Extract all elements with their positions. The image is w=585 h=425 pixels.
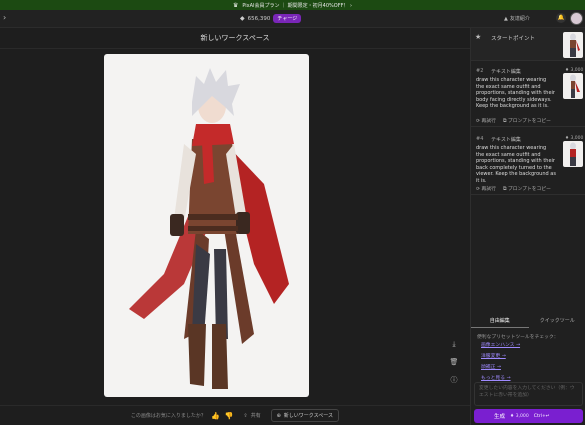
feedback-question: この画像はお気に入りましたか？ <box>130 413 206 419</box>
promo-banner[interactable]: ♛ PixAI会員プラン ｜ 期間限定・初月40%OFF！ › <box>0 0 585 10</box>
edit-prompt-input[interactable]: 変更したい内容を入力してください（例：ウエストに赤い帯を追加） <box>474 382 583 406</box>
retry-label: 再試行 <box>481 187 496 192</box>
step-actions: ⟳ 再試行 ⧉ プロンプトをコピー <box>476 185 551 192</box>
new-workspace-label: 新しいワークスペース <box>283 413 334 419</box>
character-thumbnail <box>570 142 576 166</box>
step-type: テキスト編集 <box>491 137 521 143</box>
history-step[interactable]: #4 テキスト編集 ♦ 3,000 draw this character we… <box>471 129 585 195</box>
generate-label: 生成 <box>494 414 506 420</box>
page-title: 新しいワークスペース <box>200 34 270 42</box>
step-actions: ⟳ 再試行 ⧉ プロンプトをコピー <box>476 117 551 124</box>
step-thumbnail[interactable] <box>563 73 583 99</box>
top-bar: › ◆ 656,390 チャージ ▲ 友達紹介 🔔 <box>0 10 585 28</box>
preset-link[interactable]: 画像エンハンス → <box>481 341 520 348</box>
generated-image[interactable] <box>104 54 309 397</box>
bottom-bar: この画像はお気に入りましたか？ 👍 👎 ⇪ 共有 ⊕ 新しいワークスペース <box>0 405 470 425</box>
copy-prompt-button[interactable]: ⧉ プロンプトをコピー <box>503 117 551 124</box>
crown-icon: ♛ <box>232 1 239 9</box>
preset-links: 画像エンハンス → 洋服変更 → 顔補正 → もっと見る → <box>481 341 520 381</box>
preset-link[interactable]: 洋服変更 → <box>481 352 520 359</box>
retry-label: 再試行 <box>481 119 496 124</box>
step-prompt: draw this character wearing the exact sa… <box>476 145 556 184</box>
start-point-item[interactable]: ★ スタートポイント <box>471 28 585 61</box>
edit-mode-tabs: 自由編集 クイックツール <box>471 314 585 328</box>
step-prompt: draw this character wearing the exact sa… <box>476 77 555 110</box>
character-illustration <box>129 68 289 389</box>
character-thumbnail <box>570 33 580 57</box>
step-thumbnail[interactable] <box>563 141 583 167</box>
step-type: テキスト編集 <box>491 69 521 75</box>
tab-free-edit[interactable]: 自由編集 <box>471 314 529 328</box>
generate-button[interactable]: 生成 ♦ 3,000 Ctrl+↵ <box>474 409 583 423</box>
collapse-icon[interactable]: › <box>3 13 6 22</box>
copy-prompt-button[interactable]: ⧉ プロンプトをコピー <box>503 185 551 192</box>
charge-button[interactable]: チャージ <box>273 14 302 23</box>
share-icon: ⇪ <box>243 412 248 419</box>
credit-icon: ◆ <box>240 15 245 22</box>
character-thumbnail <box>570 74 580 98</box>
thumbs-up-icon[interactable]: 👍 <box>211 412 220 420</box>
retry-button[interactable]: ⟳ 再試行 <box>476 185 496 192</box>
generate-cost-value: 3,000 <box>515 413 529 419</box>
credits-display: ◆ 656,390 チャージ <box>240 14 302 23</box>
start-point-label: スタートポイント <box>491 36 536 42</box>
gift-icon: ▲ <box>504 15 508 22</box>
workspace-main: 新しいワークスペース ⤓ 🗑 ⓘ この画像はお気に入りましたか？ 👍 👎 ⇪ 共… <box>0 28 470 425</box>
credit-count: 656,390 <box>247 15 271 22</box>
tab-quick-tools[interactable]: クイックツール <box>529 314 585 328</box>
copy-prompt-label: プロンプトをコピー <box>507 119 551 124</box>
step-number: #4 <box>476 136 484 142</box>
generate-cost: ♦ 3,000 <box>510 413 529 419</box>
share-label: 共有 <box>250 413 261 419</box>
download-icon[interactable]: ⤓ <box>445 338 463 350</box>
friend-invite-label: 友達紹介 <box>509 16 530 22</box>
step-number: #2 <box>476 68 484 74</box>
history-step[interactable]: #2 テキスト編集 ♦ 3,000 draw this character we… <box>471 61 585 127</box>
copy-prompt-label: プロンプトをコピー <box>507 187 551 192</box>
share-button[interactable]: ⇪ 共有 <box>238 410 265 421</box>
start-point-thumbnail[interactable] <box>563 32 583 58</box>
bell-icon[interactable]: 🔔 <box>556 13 566 23</box>
preset-link[interactable]: もっと見る → <box>481 374 520 381</box>
plus-icon: ⊕ <box>276 412 281 419</box>
promo-text: PixAI会員プラン ｜ 期間限定・初月40%OFF！ › <box>242 2 353 9</box>
info-icon[interactable]: ⓘ <box>445 374 463 386</box>
generate-shortcut: Ctrl+↵ <box>533 413 550 419</box>
trash-icon[interactable]: 🗑 <box>445 356 463 368</box>
star-icon: ★ <box>475 33 482 41</box>
title-divider <box>0 48 470 49</box>
thumbs-down-icon[interactable]: 👎 <box>225 412 234 420</box>
avatar[interactable] <box>570 12 583 25</box>
preset-help-text: 便利なプリセットツールをチェック： <box>477 335 559 340</box>
history-sidebar: ★ スタートポイント #2 テキスト編集 ♦ 3,000 draw this c… <box>470 28 585 425</box>
friend-invite-button[interactable]: ▲ 友達紹介 <box>504 15 530 23</box>
retry-button[interactable]: ⟳ 再試行 <box>476 117 496 124</box>
image-tools: ⤓ 🗑 ⓘ <box>445 338 463 386</box>
new-workspace-button[interactable]: ⊕ 新しいワークスペース <box>270 409 340 422</box>
preset-link[interactable]: 顔補正 → <box>481 363 520 370</box>
